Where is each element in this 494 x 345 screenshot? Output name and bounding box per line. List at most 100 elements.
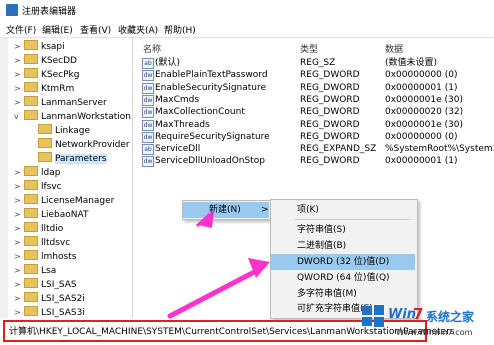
- submenu-item[interactable]: 字符串值(S): [271, 222, 415, 238]
- context-menu-new[interactable]: 新建(N) >: [183, 202, 269, 218]
- collapsed-chevron-icon[interactable]: >: [14, 306, 24, 318]
- folder-icon: [38, 138, 52, 148]
- tree-node[interactable]: > lltdio: [14, 222, 63, 236]
- tree-node-label: LiebaoNAT: [41, 210, 89, 220]
- collapsed-chevron-icon[interactable]: >: [14, 166, 24, 180]
- collapsed-chevron-icon[interactable]: >: [14, 82, 24, 96]
- windows-logo-icon: [362, 305, 384, 327]
- value-data: (数值未设置): [385, 58, 438, 68]
- value-name: RequireSecuritySignature: [155, 131, 270, 142]
- value-name: EnableSecuritySignature: [155, 82, 267, 93]
- tree-node[interactable]: > lltdsvc: [14, 236, 70, 250]
- tree-node-label: lmhosts: [41, 252, 77, 262]
- collapsed-chevron-icon[interactable]: >: [14, 208, 24, 222]
- value-data: 0x00000000 (0): [385, 70, 458, 81]
- submenu-item[interactable]: 二进制值(B): [271, 238, 415, 254]
- submenu-item-label: 字符串值(S): [297, 225, 346, 235]
- tree-node[interactable]: > LanmanServer: [14, 96, 107, 110]
- collapsed-chevron-icon[interactable]: >: [14, 96, 24, 110]
- tree-node[interactable]: Parameters: [28, 152, 107, 166]
- tree-node[interactable]: > KSecPkg: [14, 68, 79, 82]
- expanded-chevron-icon[interactable]: v: [14, 110, 24, 124]
- collapsed-chevron-icon[interactable]: >: [14, 292, 24, 306]
- column-header-type[interactable]: 类型: [300, 42, 318, 55]
- menu-view[interactable]: 查看(V): [80, 23, 111, 36]
- collapsed-chevron-icon[interactable]: >: [14, 278, 24, 292]
- submenu-item[interactable]: 项(K): [271, 202, 415, 218]
- binary-value-icon: dw: [142, 70, 154, 82]
- collapsed-chevron-icon[interactable]: >: [14, 180, 24, 194]
- tree-node-label: LSI_SAS2i: [41, 294, 85, 304]
- tree-node[interactable]: v LanmanWorkstation: [14, 110, 131, 124]
- window-title: 注册表编辑器: [22, 7, 77, 17]
- tree-node[interactable]: Linkage: [28, 124, 90, 138]
- folder-icon: [24, 96, 38, 106]
- collapsed-chevron-icon[interactable]: >: [14, 250, 24, 264]
- submenu-item[interactable]: QWORD (64 位)值(Q): [271, 270, 415, 286]
- folder-icon: [24, 250, 38, 260]
- value-row[interactable]: dw MaxCmds REG_DWORD 0x0000001e (30): [140, 94, 494, 106]
- tree-node[interactable]: > LiebaoNAT: [14, 208, 88, 222]
- collapsed-chevron-icon[interactable]: >: [14, 222, 24, 236]
- collapsed-chevron-icon[interactable]: >: [14, 236, 24, 250]
- tree-node[interactable]: NetworkProvider: [28, 138, 130, 152]
- value-row[interactable]: ab (默认) REG_SZ (数值未设置): [140, 57, 494, 69]
- tree-node[interactable]: > KSecDD: [14, 54, 77, 68]
- value-data: 0x0000001e (30): [385, 119, 464, 130]
- folder-icon: [24, 40, 38, 50]
- tree-node[interactable]: > Lsa: [14, 264, 56, 278]
- tree-node-label: KSecPkg: [41, 70, 80, 80]
- menu-edit[interactable]: 编辑(E): [42, 23, 73, 36]
- tree-node[interactable]: > ksapi: [14, 40, 65, 54]
- tree-node-label: lltdio: [41, 224, 64, 234]
- value-row[interactable]: dw RequireSecuritySignature REG_DWORD 0x000…: [140, 131, 494, 143]
- value-row[interactable]: dw MaxCollectionCount REG_DWORD 0x00000020 …: [140, 106, 494, 119]
- column-header-data[interactable]: 数据: [385, 42, 403, 55]
- value-name: MaxCmds: [155, 94, 200, 105]
- menu-file[interactable]: 文件(F): [6, 23, 36, 36]
- title-bar: 注册表编辑器: [0, 0, 494, 20]
- collapsed-chevron-icon[interactable]: >: [14, 264, 24, 278]
- menu-favorites[interactable]: 收藏夹(A): [118, 23, 158, 36]
- tree-node[interactable]: > LSI_SAS2i: [14, 292, 85, 306]
- submenu-item[interactable]: 多字符串值(M): [271, 286, 415, 302]
- binary-value-icon: dw: [142, 156, 154, 168]
- folder-icon: [24, 82, 38, 92]
- value-name: MaxThreads: [155, 119, 210, 130]
- submenu-item-label: 项(K): [297, 205, 319, 215]
- tree-node-label: LanmanWorkstation: [41, 112, 131, 122]
- value-row[interactable]: dw EnableSecuritySignature REG_DWORD 0x0000…: [140, 82, 494, 94]
- value-type: REG_DWORD: [300, 107, 360, 118]
- value-row[interactable]: dw EnablePlainTextPassword REG_DWORD 0x0000…: [140, 69, 494, 82]
- tree-node[interactable]: > ldap: [14, 166, 60, 180]
- tree-node[interactable]: > LSI_SAS: [14, 278, 77, 292]
- registry-tree[interactable]: > ksapi > KSecDD > KSecPkg > KtmRm > LanmanServer…: [0, 38, 133, 318]
- string-value-icon: ab: [142, 144, 154, 156]
- tree-node[interactable]: > LicenseManager: [14, 194, 114, 208]
- value-data: 0x00000001 (1): [385, 156, 458, 167]
- regedit-app-icon: [6, 4, 18, 16]
- value-data: %SystemRoot%\System32\: [385, 144, 494, 155]
- watermark-brand-b: 系统之家: [426, 310, 475, 324]
- tree-node-label: KtmRm: [41, 84, 75, 94]
- value-row[interactable]: ab ServiceDll REG_EXPAND_SZ %SystemRoot%\Sy…: [140, 143, 494, 156]
- collapsed-chevron-icon[interactable]: >: [14, 40, 24, 54]
- collapsed-chevron-icon[interactable]: >: [14, 68, 24, 82]
- value-row[interactable]: dw MaxThreads REG_DWORD 0x0000001e (30): [140, 119, 494, 131]
- binary-value-icon: dw: [142, 107, 154, 119]
- value-name: ServiceDll: [155, 144, 201, 155]
- value-type: REG_EXPAND_SZ: [300, 144, 377, 155]
- submenu-item-label: DWORD (32 位)值(D): [297, 257, 390, 267]
- tree-node[interactable]: > LSI_SAS3i: [14, 306, 85, 318]
- column-header-name[interactable]: 名称: [143, 42, 161, 55]
- tree-scrollbar[interactable]: [0, 38, 8, 318]
- value-row[interactable]: dw ServiceDllUnloadOnStop REG_DWORD 0x00000…: [140, 155, 494, 168]
- menu-help[interactable]: 帮助(H): [164, 23, 196, 36]
- collapsed-chevron-icon[interactable]: >: [14, 194, 24, 208]
- value-name: MaxCollectionCount: [155, 107, 245, 118]
- submenu-item[interactable]: DWORD (32 位)值(D): [271, 254, 415, 270]
- tree-node[interactable]: > lmhosts: [14, 250, 76, 264]
- tree-node[interactable]: > lfsvc: [14, 180, 62, 194]
- tree-node[interactable]: > KtmRm: [14, 82, 74, 96]
- collapsed-chevron-icon[interactable]: >: [14, 54, 24, 68]
